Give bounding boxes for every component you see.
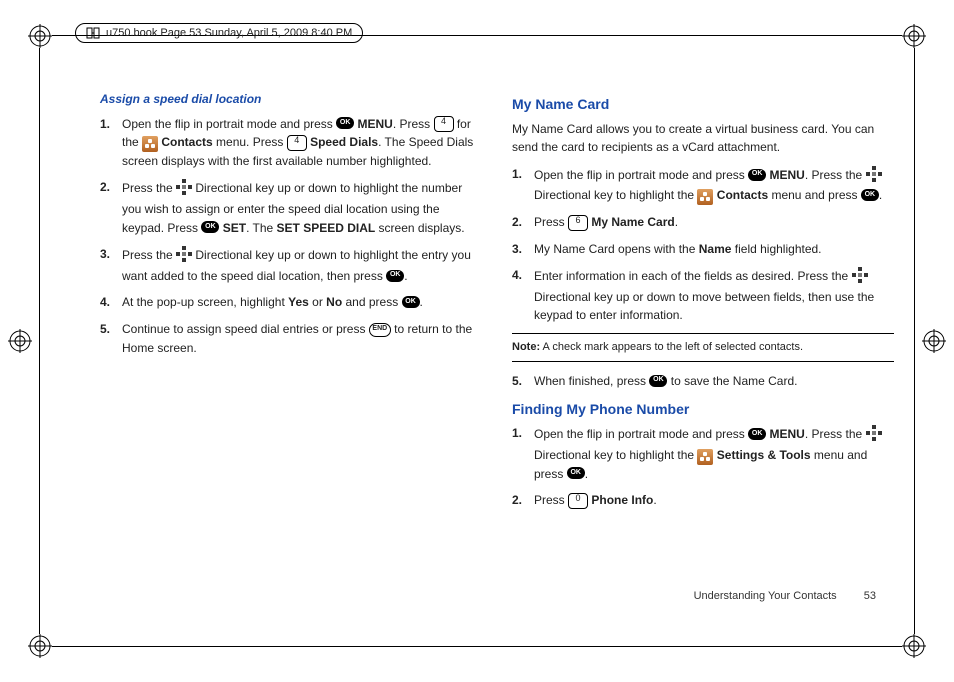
crop-mark — [914, 48, 915, 634]
key-6-icon: 6 — [568, 215, 588, 231]
step-item: 1. Open the flip in portrait mode and pr… — [122, 115, 482, 171]
step-item: 1. Open the flip in portrait mode and pr… — [534, 165, 894, 205]
end-key-icon: END — [369, 323, 391, 337]
step-item: 5. Continue to assign speed dial entries… — [122, 320, 482, 357]
ok-key-icon: OK — [402, 296, 420, 308]
crop-mark — [52, 646, 902, 647]
registration-mark-icon — [28, 634, 52, 658]
page-header-text: u750.book Page 53 Sunday, April 5, 2009 … — [106, 27, 352, 39]
registration-mark-icon — [922, 329, 946, 353]
registration-mark-icon — [28, 24, 52, 48]
ok-key-icon: OK — [567, 467, 585, 479]
ok-key-icon: OK — [386, 270, 404, 282]
section-title-phone-number: Finding My Phone Number — [512, 399, 894, 421]
registration-mark-icon — [8, 329, 32, 353]
directional-key-icon — [866, 425, 882, 447]
contacts-icon — [142, 136, 158, 152]
step-item: 1. Open the flip in portrait mode and pr… — [534, 424, 894, 483]
registration-mark-icon — [902, 24, 926, 48]
ok-key-icon: OK — [861, 189, 879, 201]
footer-page: 53 — [864, 590, 876, 602]
directional-key-icon — [866, 166, 882, 188]
step-item: 2. Press 0 Phone Info. — [534, 491, 894, 510]
right-column: My Name Card My Name Card allows you to … — [512, 90, 894, 518]
step-item: 3. Press the Directional key up or down … — [122, 245, 482, 285]
contacts-icon — [697, 189, 713, 205]
registration-mark-icon — [902, 634, 926, 658]
left-column: Assign a speed dial location 1. Open the… — [100, 90, 482, 518]
page-header-box: u750.book Page 53 Sunday, April 5, 2009 … — [75, 23, 363, 43]
ok-key-icon: OK — [201, 221, 219, 233]
ok-key-icon: OK — [336, 117, 354, 129]
directional-key-icon — [176, 179, 192, 201]
intro-text: My Name Card allows you to create a virt… — [512, 120, 894, 157]
settings-icon — [697, 449, 713, 465]
section-title-name-card: My Name Card — [512, 94, 894, 116]
book-icon — [86, 26, 100, 40]
key-0-icon: 0 — [568, 493, 588, 509]
step-item: 5. When finished, press OK to save the N… — [534, 372, 894, 391]
footer-section: Understanding Your Contacts — [694, 590, 837, 602]
page-footer: Understanding Your Contacts 53 — [694, 590, 876, 602]
key-4-icon: 4 — [434, 116, 454, 132]
page-header: u750.book Page 53 Sunday, April 5, 2009 … — [75, 22, 879, 44]
step-item: 4. Enter information in each of the fiel… — [534, 266, 894, 325]
crop-mark — [39, 48, 40, 634]
step-item: 4. At the pop-up screen, highlight Yes o… — [122, 293, 482, 312]
key-4-icon: 4 — [287, 135, 307, 151]
step-item: 3. My Name Card opens with the Name fiel… — [534, 240, 894, 259]
step-item: 2. Press 6 My Name Card. — [534, 213, 894, 232]
ok-key-icon: OK — [649, 375, 667, 387]
step-item: 2. Press the Directional key up or down … — [122, 178, 482, 237]
directional-key-icon — [176, 246, 192, 268]
directional-key-icon — [852, 267, 868, 289]
ok-key-icon: OK — [748, 428, 766, 440]
note-box: Note: A check mark appears to the left o… — [512, 333, 894, 362]
section-title-speed-dial: Assign a speed dial location — [100, 90, 482, 109]
ok-key-icon: OK — [748, 169, 766, 181]
